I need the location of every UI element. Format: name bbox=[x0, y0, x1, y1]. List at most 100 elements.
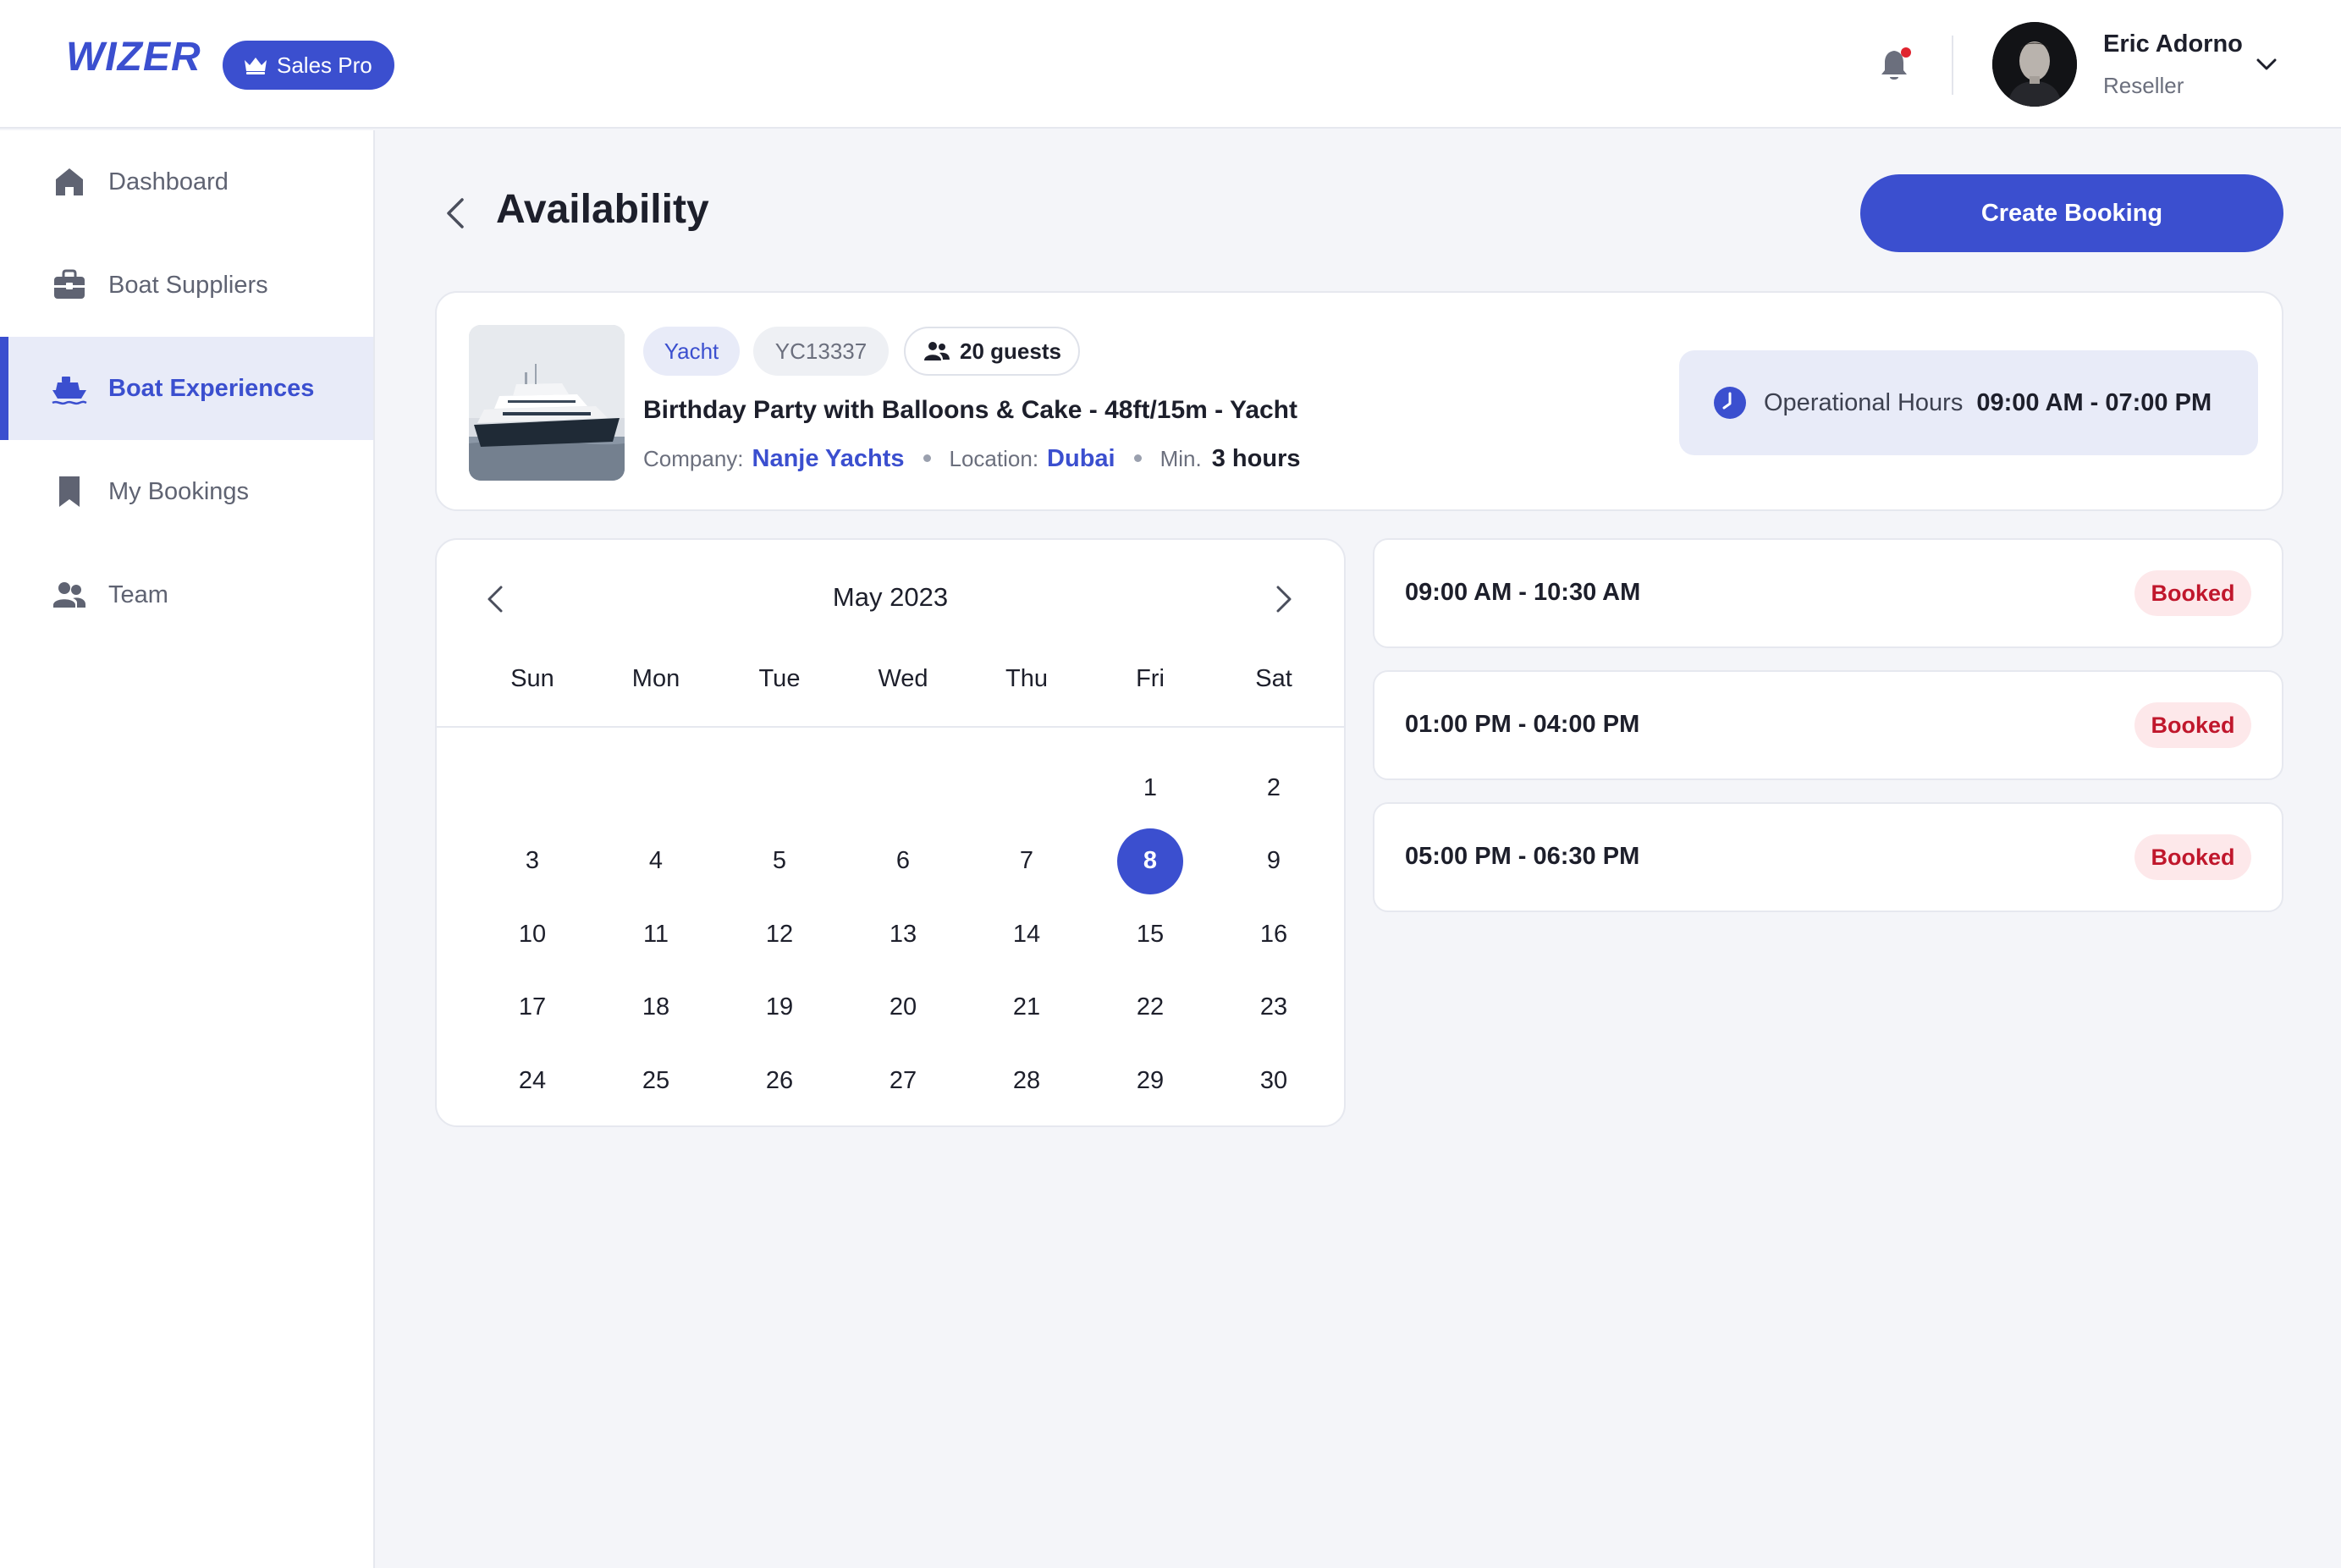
experience-card: Yacht YC13337 20 guests Birthday Party w… bbox=[435, 291, 2283, 511]
calendar-day[interactable]: 2 bbox=[1212, 751, 1336, 825]
calendar-day[interactable]: 16 bbox=[1212, 898, 1336, 971]
calendar-day[interactable]: 15 bbox=[1088, 898, 1212, 971]
company-link[interactable]: Nanje Yachts bbox=[752, 445, 905, 473]
create-booking-button[interactable]: Create Booking bbox=[1860, 174, 2283, 252]
sidebar-item-team[interactable]: Team bbox=[0, 543, 373, 646]
sidebar-item-my-bookings[interactable]: My Bookings bbox=[0, 440, 373, 543]
chevron-right-icon[interactable] bbox=[1268, 582, 1298, 616]
calendar-day[interactable]: 18 bbox=[594, 971, 718, 1045]
calendar-day[interactable]: 19 bbox=[718, 971, 841, 1045]
calendar-day[interactable]: 3 bbox=[471, 825, 594, 899]
calendar-day[interactable]: 23 bbox=[1212, 971, 1336, 1045]
clock-icon bbox=[1714, 387, 1746, 419]
crown-icon bbox=[245, 58, 267, 74]
calendar-day[interactable]: 29 bbox=[1088, 1044, 1212, 1118]
calendar-day[interactable]: 6 bbox=[841, 825, 965, 899]
location-link[interactable]: Dubai bbox=[1047, 445, 1115, 473]
calendar-day[interactable]: 1 bbox=[1088, 751, 1212, 825]
calendar-day-number: 22 bbox=[1136, 993, 1165, 1021]
calendar-day[interactable]: 10 bbox=[471, 898, 594, 971]
yacht-thumbnail[interactable] bbox=[469, 325, 625, 481]
calendar-day[interactable]: 12 bbox=[718, 898, 841, 971]
time-slot[interactable]: 01:00 PM - 04:00 PM Booked bbox=[1373, 670, 2283, 780]
calendar-day-empty bbox=[471, 751, 594, 825]
calendar-day[interactable]: 27 bbox=[841, 1044, 965, 1118]
calendar-day-number: 11 bbox=[642, 920, 669, 948]
sidebar-item-label: Boat Experiences bbox=[108, 374, 315, 402]
calendar-day-number: 8 bbox=[1117, 828, 1183, 894]
time-slot[interactable]: 09:00 AM - 10:30 AM Booked bbox=[1373, 538, 2283, 648]
sidebar-item-label: Team bbox=[108, 580, 168, 608]
header-divider bbox=[1952, 36, 1953, 95]
operational-hours-box: Operational Hours 09:00 AM - 07:00 PM bbox=[1679, 350, 2258, 455]
sidebar-item-label: My Bookings bbox=[108, 477, 250, 505]
type-chip: Yacht bbox=[643, 327, 740, 376]
calendar-day-number: 23 bbox=[1259, 993, 1288, 1021]
experience-title: Birthday Party with Balloons & Cake - 48… bbox=[643, 396, 1297, 424]
meta-separator bbox=[923, 454, 931, 462]
calendar-day[interactable]: 24 bbox=[471, 1044, 594, 1118]
sidebar-item-boat-experiences[interactable]: Boat Experiences bbox=[0, 337, 373, 440]
calendar-day-empty bbox=[594, 751, 718, 825]
sidebar-item-dashboard[interactable]: Dashboard bbox=[0, 130, 373, 234]
notification-bell-icon[interactable] bbox=[1877, 46, 1914, 85]
calendar-day[interactable]: 21 bbox=[965, 971, 1088, 1045]
calendar-day[interactable]: 28 bbox=[965, 1044, 1088, 1118]
calendar-month-label: May 2023 bbox=[832, 582, 949, 612]
calendar-day-number: 28 bbox=[1012, 1066, 1041, 1094]
calendar-day[interactable]: 26 bbox=[718, 1044, 841, 1118]
weekday-label: Tue bbox=[758, 665, 801, 692]
calendar-day-empty bbox=[718, 751, 841, 825]
calendar-day-number: 26 bbox=[765, 1066, 794, 1094]
calendar-day[interactable]: 17 bbox=[471, 971, 594, 1045]
avatar[interactable] bbox=[1992, 22, 2077, 107]
calendar-day-empty bbox=[841, 751, 965, 825]
home-icon bbox=[56, 168, 83, 195]
location-label: Location: bbox=[949, 446, 1039, 471]
meta-separator bbox=[1133, 454, 1142, 462]
calendar-day[interactable]: 4 bbox=[594, 825, 718, 899]
calendar-day-number: 25 bbox=[642, 1066, 670, 1094]
weekday-label: Fri bbox=[1136, 665, 1165, 692]
weekday-label: Mon bbox=[631, 665, 680, 692]
calendar-day-number: 16 bbox=[1259, 920, 1288, 948]
wizer-logo[interactable]: WIZER bbox=[66, 34, 201, 80]
calendar-day[interactable]: 5 bbox=[718, 825, 841, 899]
company-label: Company: bbox=[643, 446, 744, 471]
calendar-day[interactable]: 11 bbox=[594, 898, 718, 971]
weekday-label: Sun bbox=[510, 665, 554, 692]
calendar-day[interactable]: 13 bbox=[841, 898, 965, 971]
experience-meta: Company: Nanje Yachts Location: Dubai Mi… bbox=[643, 445, 1300, 473]
sidebar-item-boat-suppliers[interactable]: Boat Suppliers bbox=[0, 234, 373, 337]
time-slot[interactable]: 05:00 PM - 06:30 PM Booked bbox=[1373, 802, 2283, 912]
calendar-day-number: 29 bbox=[1136, 1066, 1165, 1094]
calendar-day[interactable]: 20 bbox=[841, 971, 965, 1045]
calendar-day[interactable]: 22 bbox=[1088, 971, 1212, 1045]
status-badge: Booked bbox=[2134, 834, 2251, 880]
calendar-day[interactable]: 9 bbox=[1212, 825, 1336, 899]
calendar-day[interactable]: 7 bbox=[965, 825, 1088, 899]
page-title: Availability bbox=[496, 187, 709, 232]
chevron-down-icon[interactable] bbox=[2253, 51, 2280, 78]
calendar-day-number: 3 bbox=[525, 847, 540, 875]
calendar-day-selected[interactable]: 8 bbox=[1088, 825, 1212, 899]
ship-icon bbox=[52, 377, 87, 405]
calendar-day-number: 17 bbox=[518, 993, 547, 1021]
calendar-day-number: 6 bbox=[895, 847, 911, 875]
sidebar-item-label: Boat Suppliers bbox=[108, 271, 268, 299]
calendar-day-number: 10 bbox=[518, 920, 547, 948]
calendar-day-number: 21 bbox=[1012, 993, 1041, 1021]
notification-dot bbox=[1901, 47, 1911, 58]
calendar: May 2023 Sun Mon Tue Wed Thu Fri Sat 123… bbox=[435, 538, 1346, 1127]
min-duration-value: 3 hours bbox=[1211, 445, 1301, 472]
calendar-day[interactable]: 30 bbox=[1212, 1044, 1336, 1118]
weekday-label: Thu bbox=[1005, 665, 1048, 692]
sidebar: Dashboard Boat Suppliers Boat Experience… bbox=[0, 130, 375, 1568]
back-arrow-icon[interactable] bbox=[438, 193, 472, 234]
user-name[interactable]: Eric Adorno bbox=[2103, 30, 2243, 58]
calendar-day-number: 18 bbox=[642, 993, 670, 1021]
calendar-day-number: 13 bbox=[889, 920, 917, 948]
calendar-day-empty bbox=[965, 751, 1088, 825]
calendar-day[interactable]: 25 bbox=[594, 1044, 718, 1118]
calendar-day[interactable]: 14 bbox=[965, 898, 1088, 971]
